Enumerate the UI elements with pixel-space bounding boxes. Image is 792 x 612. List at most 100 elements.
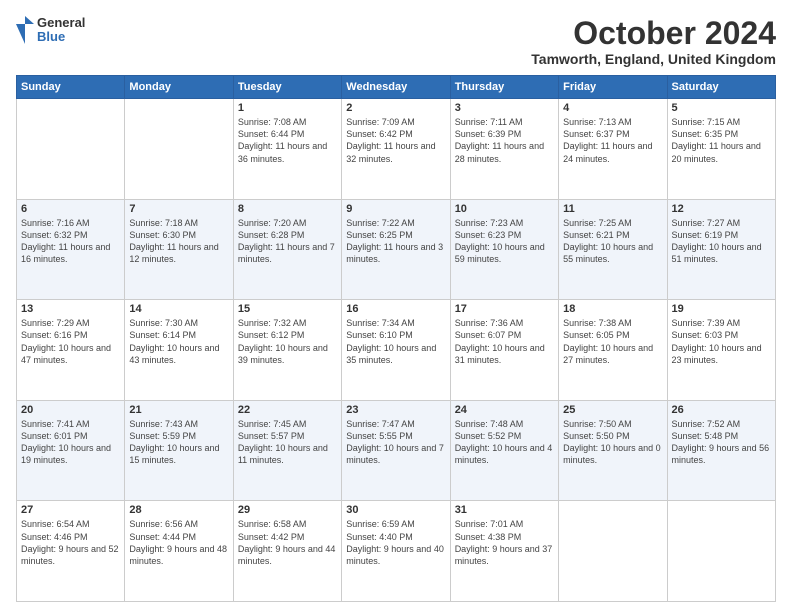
- table-row: 27 Sunrise: 6:54 AMSunset: 4:46 PMDayligh…: [17, 501, 125, 602]
- header: General Blue October 2024 Tamworth, Engl…: [16, 16, 776, 67]
- title-block: October 2024 Tamworth, England, United K…: [531, 16, 776, 67]
- day-info: Sunrise: 7:43 AMSunset: 5:59 PMDaylight:…: [129, 418, 228, 467]
- table-row: 17 Sunrise: 7:36 AMSunset: 6:07 PMDayligh…: [450, 300, 558, 401]
- day-number: 24: [455, 404, 554, 416]
- day-info: Sunrise: 7:41 AMSunset: 6:01 PMDaylight:…: [21, 418, 120, 467]
- table-row: 4Sunrise: 7:13 AMSunset: 6:37 PMDaylight…: [559, 99, 667, 200]
- day-info: Sunrise: 7:34 AMSunset: 6:10 PMDaylight:…: [346, 317, 445, 366]
- calendar-table: Sunday Monday Tuesday Wednesday Thursday…: [16, 75, 776, 602]
- table-row: 12 Sunrise: 7:27 AMSunset: 6:19 PMDayligh…: [667, 199, 775, 300]
- col-tuesday: Tuesday: [233, 76, 341, 99]
- table-row: 25 Sunrise: 7:50 AMSunset: 5:50 PMDayligh…: [559, 400, 667, 501]
- col-friday: Friday: [559, 76, 667, 99]
- day-number: 17: [455, 303, 554, 315]
- table-row: 8 Sunrise: 7:20 AMSunset: 6:28 PMDaylight…: [233, 199, 341, 300]
- table-row: 30 Sunrise: 6:59 AMSunset: 4:40 PMDayligh…: [342, 501, 450, 602]
- logo-general: General: [37, 16, 85, 30]
- logo: General Blue: [16, 16, 85, 45]
- day-number: 9: [346, 203, 445, 215]
- day-number: 23: [346, 404, 445, 416]
- table-row: 31Sunrise: 7:01 AMSunset: 4:38 PMDayligh…: [450, 501, 558, 602]
- calendar-week-row: 20Sunrise: 7:41 AMSunset: 6:01 PMDayligh…: [17, 400, 776, 501]
- day-info: Sunrise: 7:08 AMSunset: 6:44 PMDaylight:…: [238, 116, 337, 165]
- table-row: 18 Sunrise: 7:38 AMSunset: 6:05 PMDayligh…: [559, 300, 667, 401]
- day-number: 31: [455, 504, 554, 516]
- day-info: Sunrise: 7:20 AMSunset: 6:28 PMDaylight:…: [238, 217, 337, 266]
- table-row: 5Sunrise: 7:15 AMSunset: 6:35 PMDaylight…: [667, 99, 775, 200]
- day-info: Sunrise: 7:27 AMSunset: 6:19 PMDaylight:…: [672, 217, 771, 266]
- day-info: Sunrise: 7:36 AMSunset: 6:07 PMDaylight:…: [455, 317, 554, 366]
- logo-text: General Blue: [37, 16, 85, 45]
- table-row: 14Sunrise: 7:30 AMSunset: 6:14 PMDayligh…: [125, 300, 233, 401]
- day-number: 13: [21, 303, 120, 315]
- day-info: Sunrise: 7:16 AMSunset: 6:32 PMDaylight:…: [21, 217, 120, 266]
- table-row: 26Sunrise: 7:52 AMSunset: 5:48 PMDayligh…: [667, 400, 775, 501]
- day-number: 5: [672, 102, 771, 114]
- col-sunday: Sunday: [17, 76, 125, 99]
- location: Tamworth, England, United Kingdom: [531, 51, 776, 67]
- table-row: 16Sunrise: 7:34 AMSunset: 6:10 PMDayligh…: [342, 300, 450, 401]
- day-number: 8: [238, 203, 337, 215]
- table-row: 2 Sunrise: 7:09 AMSunset: 6:42 PMDaylight…: [342, 99, 450, 200]
- month-title: October 2024: [531, 16, 776, 51]
- day-info: Sunrise: 7:45 AMSunset: 5:57 PMDaylight:…: [238, 418, 337, 467]
- day-info: Sunrise: 6:54 AMSunset: 4:46 PMDaylight:…: [21, 518, 120, 567]
- day-number: 28: [129, 504, 228, 516]
- day-number: 27: [21, 504, 120, 516]
- table-row: 6 Sunrise: 7:16 AMSunset: 6:32 PMDaylight…: [17, 199, 125, 300]
- day-number: 21: [129, 404, 228, 416]
- day-number: 30: [346, 504, 445, 516]
- day-number: 12: [672, 203, 771, 215]
- table-row: 24 Sunrise: 7:48 AMSunset: 5:52 PMDayligh…: [450, 400, 558, 501]
- page: General Blue October 2024 Tamworth, Engl…: [0, 0, 792, 612]
- day-info: Sunrise: 7:23 AMSunset: 6:23 PMDaylight:…: [455, 217, 554, 266]
- table-row: 10 Sunrise: 7:23 AMSunset: 6:23 PMDayligh…: [450, 199, 558, 300]
- calendar-week-row: 13 Sunrise: 7:29 AMSunset: 6:16 PMDayligh…: [17, 300, 776, 401]
- table-row: 29 Sunrise: 6:58 AMSunset: 4:42 PMDayligh…: [233, 501, 341, 602]
- day-number: 10: [455, 203, 554, 215]
- day-number: 29: [238, 504, 337, 516]
- day-info: Sunrise: 7:09 AMSunset: 6:42 PMDaylight:…: [346, 116, 445, 165]
- day-info: Sunrise: 7:18 AMSunset: 6:30 PMDaylight:…: [129, 217, 228, 266]
- day-info: Sunrise: 7:22 AMSunset: 6:25 PMDaylight:…: [346, 217, 445, 266]
- day-number: 11: [563, 203, 662, 215]
- day-number: 19: [672, 303, 771, 315]
- day-number: 6: [21, 203, 120, 215]
- day-info: Sunrise: 7:47 AMSunset: 5:55 PMDaylight:…: [346, 418, 445, 467]
- day-info: Sunrise: 7:30 AMSunset: 6:14 PMDaylight:…: [129, 317, 228, 366]
- calendar-week-row: 6 Sunrise: 7:16 AMSunset: 6:32 PMDaylight…: [17, 199, 776, 300]
- day-info: Sunrise: 6:56 AMSunset: 4:44 PMDaylight:…: [129, 518, 228, 567]
- calendar-header-row: Sunday Monday Tuesday Wednesday Thursday…: [17, 76, 776, 99]
- table-row: 28 Sunrise: 6:56 AMSunset: 4:44 PMDayligh…: [125, 501, 233, 602]
- day-number: 15: [238, 303, 337, 315]
- table-row: [17, 99, 125, 200]
- col-saturday: Saturday: [667, 76, 775, 99]
- day-number: 25: [563, 404, 662, 416]
- col-wednesday: Wednesday: [342, 76, 450, 99]
- table-row: 3Sunrise: 7:11 AMSunset: 6:39 PMDaylight…: [450, 99, 558, 200]
- day-info: Sunrise: 7:32 AMSunset: 6:12 PMDaylight:…: [238, 317, 337, 366]
- table-row: 11 Sunrise: 7:25 AMSunset: 6:21 PMDayligh…: [559, 199, 667, 300]
- day-info: Sunrise: 6:58 AMSunset: 4:42 PMDaylight:…: [238, 518, 337, 567]
- day-info: Sunrise: 7:39 AMSunset: 6:03 PMDaylight:…: [672, 317, 771, 366]
- col-thursday: Thursday: [450, 76, 558, 99]
- day-info: Sunrise: 7:50 AMSunset: 5:50 PMDaylight:…: [563, 418, 662, 467]
- day-number: 18: [563, 303, 662, 315]
- table-row: [667, 501, 775, 602]
- day-info: Sunrise: 7:52 AMSunset: 5:48 PMDaylight:…: [672, 418, 771, 467]
- table-row: 22 Sunrise: 7:45 AMSunset: 5:57 PMDayligh…: [233, 400, 341, 501]
- day-info: Sunrise: 7:48 AMSunset: 5:52 PMDaylight:…: [455, 418, 554, 467]
- day-number: 22: [238, 404, 337, 416]
- day-info: Sunrise: 6:59 AMSunset: 4:40 PMDaylight:…: [346, 518, 445, 567]
- day-number: 2: [346, 102, 445, 114]
- day-number: 1: [238, 102, 337, 114]
- day-info: Sunrise: 7:38 AMSunset: 6:05 PMDaylight:…: [563, 317, 662, 366]
- day-number: 7: [129, 203, 228, 215]
- calendar-week-row: 1 Sunrise: 7:08 AMSunset: 6:44 PMDaylight…: [17, 99, 776, 200]
- table-row: [125, 99, 233, 200]
- day-info: Sunrise: 7:25 AMSunset: 6:21 PMDaylight:…: [563, 217, 662, 266]
- day-number: 3: [455, 102, 554, 114]
- table-row: 23 Sunrise: 7:47 AMSunset: 5:55 PMDayligh…: [342, 400, 450, 501]
- day-info: Sunrise: 7:29 AMSunset: 6:16 PMDaylight:…: [21, 317, 120, 366]
- table-row: 19 Sunrise: 7:39 AMSunset: 6:03 PMDayligh…: [667, 300, 775, 401]
